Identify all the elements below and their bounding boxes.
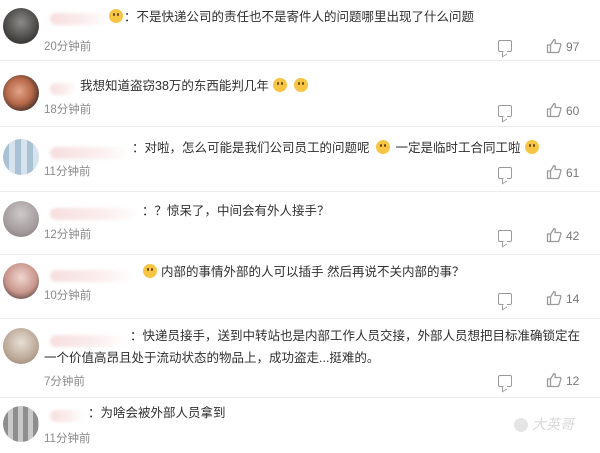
like-icon[interactable] [546, 164, 562, 180]
like-icon[interactable] [546, 372, 562, 388]
username-blurred[interactable] [50, 410, 84, 422]
comment-item: 我想知道盗窃38万的东西能判几年 18分钟前 60 [0, 61, 600, 126]
avatar[interactable] [3, 8, 39, 44]
comment-item: 内部的事情外部的人可以插手 然后再说不关内部的事？ 10分钟前 14 [0, 255, 600, 318]
emoji-icon [293, 78, 308, 92]
comment-item: ：对啦，怎么可能是我们公司员工的问题呢 一定是临时工合同工啦 11分钟前 61 [0, 127, 600, 191]
username-blurred[interactable] [50, 208, 140, 220]
reply-icon[interactable] [498, 375, 512, 387]
like-icon[interactable] [546, 290, 562, 306]
username-blurred[interactable] [50, 83, 76, 95]
avatar[interactable] [3, 328, 39, 364]
avatar[interactable] [3, 263, 39, 299]
reply-icon[interactable] [498, 105, 512, 117]
username-blurred[interactable] [50, 147, 130, 159]
username-blurred[interactable] [50, 13, 108, 25]
like-count: 60 [566, 104, 580, 118]
watermark: 大英哥 [532, 417, 574, 433]
emoji-icon [109, 9, 123, 23]
like-count: 14 [566, 292, 580, 306]
comment-time: 7分钟前 [44, 376, 85, 388]
comment-item: ：？惊呆了，中间会有外人接手？ 12分钟前 42 [0, 192, 600, 254]
like-count: 42 [566, 229, 580, 243]
comment-item: ：为啥会被外部人员拿到 11分钟前 [0, 398, 600, 453]
comment-text: ：快递员接手，送到中转站也是内部工作人员交接，外部人员想把目标准确锁定在一个价值… [44, 329, 581, 365]
reply-icon[interactable] [498, 40, 512, 52]
comment-time: 20分钟前 [44, 41, 92, 53]
comment-text: ：不是快递公司的责任也不是寄件人的问题哪里出现了什么问题 [108, 6, 474, 28]
like-icon[interactable] [546, 227, 562, 243]
comment-time: 10分钟前 [44, 290, 92, 302]
comment-text: ：对啦，怎么可能是我们公司员工的问题呢 一定是临时工合同工啦 [132, 137, 540, 159]
emoji-icon [375, 140, 390, 154]
comment-time: 12分钟前 [44, 229, 92, 241]
like-count: 61 [566, 166, 580, 180]
reply-icon[interactable] [498, 293, 512, 305]
emoji-icon [272, 78, 287, 92]
like-count: 97 [566, 40, 580, 54]
comment-time: 11分钟前 [44, 433, 91, 445]
like-icon[interactable] [546, 38, 562, 54]
avatar[interactable] [3, 406, 39, 442]
avatar[interactable] [3, 75, 39, 111]
comment-time: 18分钟前 [44, 104, 92, 116]
avatar[interactable] [3, 139, 39, 175]
comment-item: ：快递员接手，送到中转站也是内部工作人员交接，外部人员想把目标准确锁定在一个价值… [0, 319, 600, 397]
comment-text: ：？惊呆了，中间会有外人接手？ [142, 204, 330, 218]
like-icon[interactable] [546, 102, 562, 118]
comment-text: 内部的事情外部的人可以插手 然后再说不关内部的事？ [142, 261, 464, 283]
comment-text: 我想知道盗窃38万的东西能判几年 [80, 75, 309, 97]
reply-icon[interactable] [498, 230, 512, 242]
like-count: 12 [566, 374, 580, 388]
watermark-logo [514, 418, 528, 432]
comment-text: ：为啥会被外部人员拿到 [88, 406, 226, 420]
reply-icon[interactable] [498, 167, 512, 179]
comment-time: 11分钟前 [44, 166, 91, 178]
emoji-icon [143, 264, 157, 278]
username-blurred[interactable] [50, 270, 134, 282]
emoji-icon [524, 140, 539, 154]
avatar[interactable] [3, 201, 39, 237]
comment-item: ：不是快递公司的责任也不是寄件人的问题哪里出现了什么问题 20分钟前 97 [0, 0, 600, 60]
